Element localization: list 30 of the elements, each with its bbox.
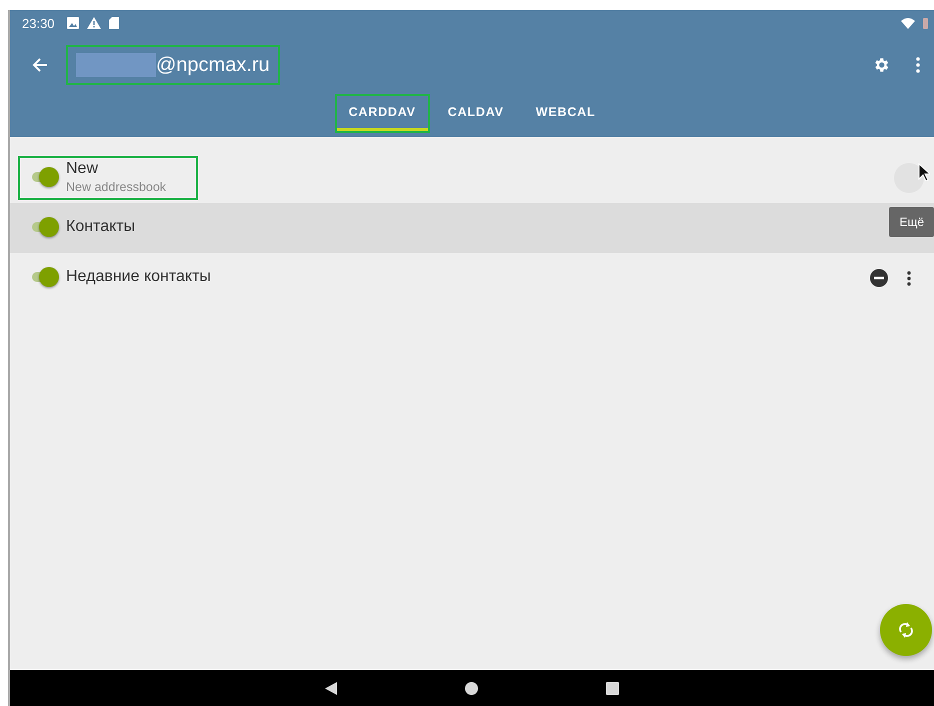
sync-switch[interactable] (30, 167, 58, 187)
collection-name: Контакты (66, 218, 136, 236)
wifi-icon (901, 18, 915, 28)
circle-icon (465, 682, 478, 694)
collection-row[interactable]: New New addressbook (10, 153, 934, 203)
sync-button[interactable] (880, 604, 932, 656)
tab[interactable]: CARDDAV (336, 96, 428, 131)
image-icon (66, 17, 79, 29)
collection-name: Недавние контакты (66, 268, 211, 286)
square-icon (606, 682, 619, 694)
tab[interactable]: CALDAV (436, 96, 516, 131)
account-title: @npcmax.ru (156, 54, 270, 76)
back-arrow-icon (32, 57, 48, 73)
mouse-cursor-icon (918, 163, 930, 181)
collection-description: New addressbook (66, 180, 166, 194)
more-vertical-icon (907, 270, 911, 286)
sync-switch[interactable] (30, 217, 58, 237)
tooltip: Ещё (889, 207, 934, 237)
more-vertical-icon (916, 57, 920, 73)
more-options-button[interactable] (894, 163, 924, 193)
clock: 23:30 (22, 16, 55, 30)
triangle-icon (325, 682, 337, 694)
collection-row[interactable]: Недавние контакты (10, 253, 934, 303)
tab[interactable]: WEBCAL (524, 96, 608, 131)
sync-switch[interactable] (30, 267, 58, 287)
collection-name: New (66, 160, 100, 178)
battery-icon (923, 18, 928, 28)
sync-icon (898, 621, 914, 639)
sd-card-icon (108, 17, 119, 29)
warning-icon (86, 17, 101, 29)
